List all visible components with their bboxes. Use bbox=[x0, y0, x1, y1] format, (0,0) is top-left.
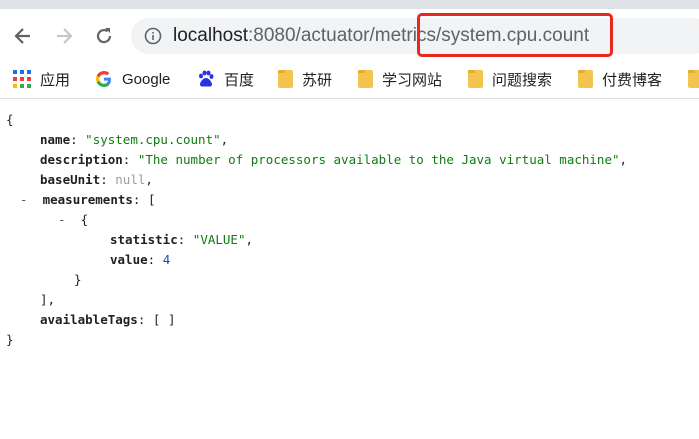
folder-icon bbox=[358, 70, 373, 88]
collapse-toggle[interactable]: - bbox=[58, 212, 66, 227]
forward-button[interactable] bbox=[50, 22, 78, 50]
apps-grid-icon bbox=[13, 70, 31, 88]
address-bar[interactable]: localhost:8080/actuator/metrics/system.c… bbox=[131, 18, 699, 54]
json-close-brace: } bbox=[6, 332, 14, 347]
json-line-value: value: 4 bbox=[110, 252, 171, 267]
json-open-brace: { bbox=[6, 112, 14, 127]
folder-icon bbox=[578, 70, 593, 88]
back-button[interactable] bbox=[9, 22, 37, 50]
bookmark-label: 百度 bbox=[224, 71, 255, 89]
folder-icon bbox=[468, 70, 483, 88]
bookmark-folder-paid-blogs[interactable]: 付费博客 bbox=[578, 67, 662, 91]
url-host: localhost bbox=[173, 25, 248, 46]
baidu-paw-icon bbox=[197, 70, 215, 88]
json-key: statistic bbox=[110, 232, 178, 247]
collapse-toggle[interactable]: - bbox=[20, 192, 28, 207]
reload-button[interactable] bbox=[90, 22, 118, 50]
bookmark-label: 应用 bbox=[40, 71, 71, 89]
reload-icon bbox=[96, 28, 112, 44]
bookmark-label: 学习网站 bbox=[382, 71, 443, 89]
json-string-value: "system.cpu.count" bbox=[85, 132, 221, 147]
json-key: value bbox=[110, 252, 148, 267]
json-key: measurements bbox=[42, 192, 133, 207]
json-string-value: "VALUE" bbox=[192, 232, 246, 247]
json-key: description bbox=[40, 152, 123, 167]
back-arrow-icon bbox=[14, 28, 30, 44]
json-line-name: name: "system.cpu.count", bbox=[40, 132, 229, 147]
json-line-object-open: - { bbox=[58, 212, 89, 227]
bookmark-folder-suyan[interactable]: 苏研 bbox=[278, 67, 332, 91]
annotation-highlight-box bbox=[417, 13, 613, 57]
json-null-value: null bbox=[115, 172, 146, 187]
bookmark-label: Google bbox=[122, 70, 171, 88]
json-number-value: 4 bbox=[162, 252, 171, 267]
bookmark-label: 问题搜索 bbox=[492, 71, 553, 89]
bookmarks-bar: 应用 Google 百度 苏研 学习网站 问题搜索 付费博客 bbox=[0, 60, 699, 99]
bookmark-folder-learning[interactable]: 学习网站 bbox=[358, 67, 442, 91]
json-string-value: "The number of processors available to t… bbox=[137, 152, 620, 167]
bookmark-folder-overflow[interactable] bbox=[688, 67, 699, 91]
bookmark-label: 付费博客 bbox=[602, 71, 663, 89]
bookmark-apps[interactable]: 应用 bbox=[13, 67, 70, 91]
json-array-value: [ ] bbox=[152, 312, 176, 327]
url-port: :8080 bbox=[248, 25, 296, 46]
json-key: baseUnit bbox=[40, 172, 101, 187]
bookmark-google[interactable]: Google bbox=[95, 67, 170, 91]
tab-strip bbox=[0, 0, 699, 9]
forward-arrow-icon bbox=[57, 28, 73, 44]
json-line-description: description: "The number of processors a… bbox=[40, 152, 628, 167]
json-line-measurements: - measurements: [ bbox=[20, 192, 156, 207]
json-key: name bbox=[40, 132, 71, 147]
bookmark-label: 苏研 bbox=[302, 71, 333, 89]
json-line-baseunit: baseUnit: null, bbox=[40, 172, 153, 187]
folder-icon bbox=[278, 70, 293, 88]
bookmark-baidu[interactable]: 百度 bbox=[197, 67, 254, 91]
json-line-statistic: statistic: "VALUE", bbox=[110, 232, 254, 247]
site-info-icon[interactable] bbox=[144, 27, 162, 45]
json-line-object-close: } bbox=[74, 272, 82, 287]
json-key: availableTags bbox=[40, 312, 138, 327]
google-g-icon bbox=[95, 70, 113, 88]
browser-toolbar: localhost:8080/actuator/metrics/system.c… bbox=[0, 0, 699, 60]
json-line-availabletags: availableTags: [ ] bbox=[40, 312, 176, 327]
folder-icon bbox=[688, 70, 699, 88]
bookmark-folder-search[interactable]: 问题搜索 bbox=[468, 67, 552, 91]
json-line-array-close: ], bbox=[40, 292, 56, 307]
